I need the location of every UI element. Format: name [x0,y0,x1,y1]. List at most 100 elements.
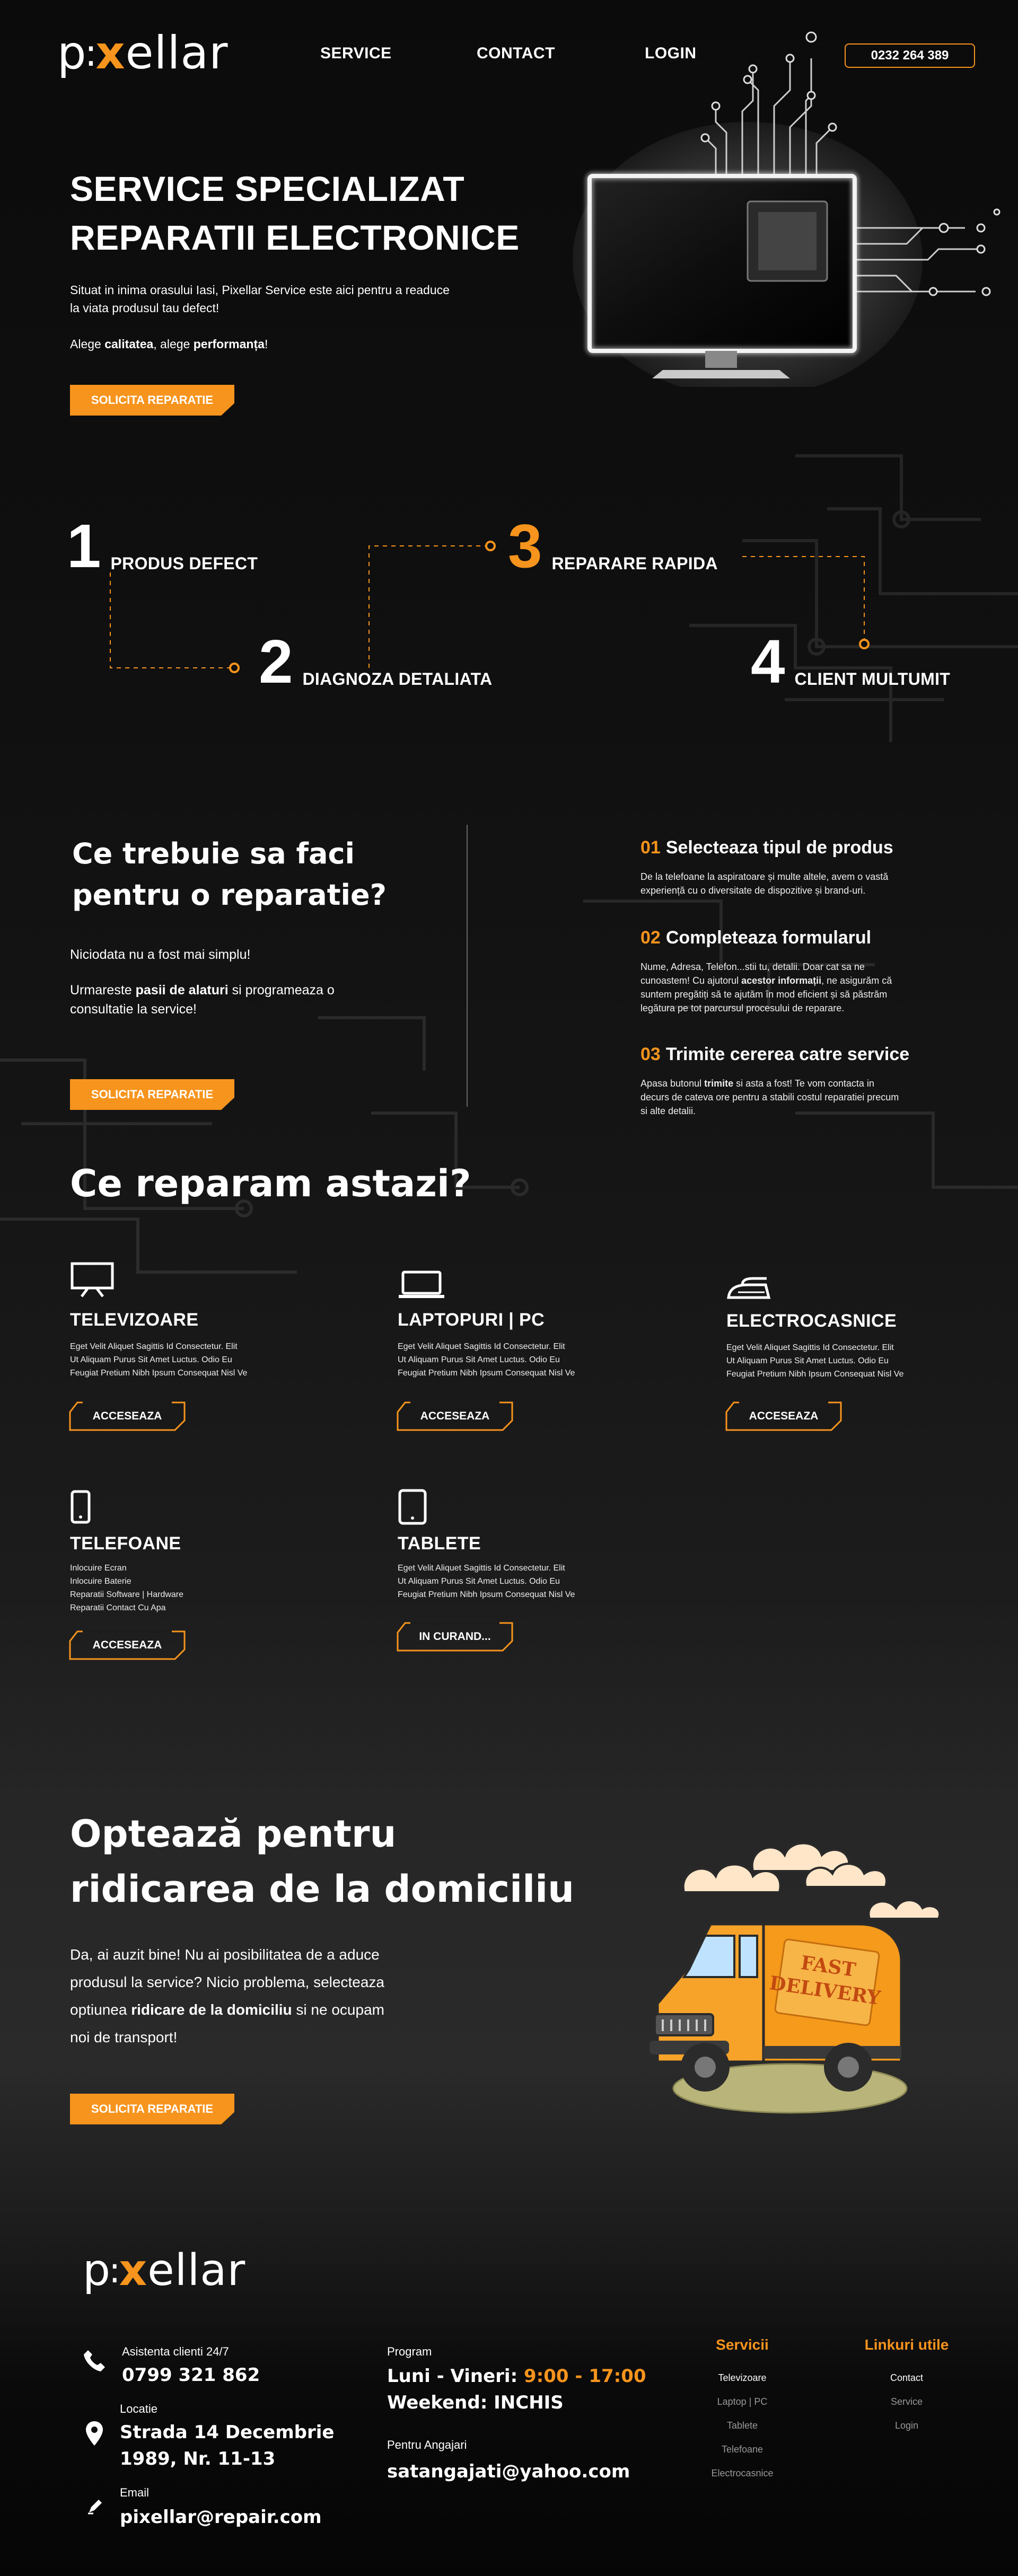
nav-service[interactable]: SERVICE [320,45,392,63]
acceseaza-televizoare-button[interactable]: ACCESEAZA [69,1401,186,1431]
howto-text-bold: pasii de alaturi [135,983,229,998]
howto-divider [467,825,468,1107]
howto-text1: Niciodata nu a fost mai simplu! [70,947,251,962]
howto-item-title: Completeaza formularul [665,928,872,948]
pickup-cta-label: SOLICITA REPARATIE [91,2102,214,2115]
laptop-icon [399,1271,444,1298]
tagline-bold: calitatea [104,337,154,351]
delivery-van-illustration: FAST DELIVERY [650,1842,941,2114]
footer-link-service[interactable]: Service [843,2396,970,2407]
step-label: CLIENT MULTUMIT [794,669,951,689]
header-logo[interactable]: p: x ellar [57,27,228,80]
pickup-cta-button[interactable]: SOLICITA REPARATIE [70,2094,234,2124]
logo-prefix: p [57,27,87,80]
card-line: Eget Velit Aliquet Sagittis Id Consectet… [398,1342,565,1351]
button-label: ACCESEAZA [92,1410,162,1422]
logo-mark: x [119,2245,148,2296]
weekdays-hours: 9:00 - 17:00 [524,2366,646,2387]
howto-item-1: 01 Selecteaza tipul de produs De la telef… [640,837,900,897]
step-number: 2 [259,627,293,696]
howto-item-title: Selecteaza tipul de produs [665,837,893,858]
email-link[interactable]: pixellar@repair.com [120,2504,322,2530]
card-title: ELECTROCASNICE [726,1311,897,1331]
tagline-part: , alege [153,337,194,351]
howto-cta-button[interactable]: SOLICITA REPARATIE [70,1079,234,1110]
step-4: 4 CLIENT MULTUMIT [751,631,950,692]
card-text: Eget Velit Aliquet Sagittis Id Consectet… [726,1341,933,1381]
address-line: 1989, Nr. 11-13 [120,2448,276,2469]
card-text: Eget Velit Aliquet Sagittis Id Consectet… [398,1562,604,1601]
howto-item-number: 01 [640,837,661,858]
howto-item-text: Apasa butonul trimite si asta a fost! Te… [640,1077,900,1118]
footer-link-tablete[interactable]: Tablete [689,2420,795,2431]
acceseaza-telefoane-button[interactable]: ACCESEAZA [69,1630,186,1660]
logo-mark: x [95,27,126,80]
hero-cta-button[interactable]: SOLICITA REPARATIE [70,385,234,416]
howto-cta-label: SOLICITA REPARATIE [91,1088,214,1101]
footer-logo[interactable]: p: x ellar [83,2245,245,2296]
tagline-part: Alege [70,337,105,351]
card-title: LAPTOPURI | PC [398,1310,545,1330]
step-label: DIAGNOZA DETALIATA [302,669,493,689]
footer-link-login[interactable]: Login [843,2420,970,2431]
tablet-icon [398,1489,427,1525]
hero-title-line2: REPARATII ELECTRONICE [70,218,520,257]
howto-item-title: Trimite cererea catre service [665,1044,910,1064]
card-electrocasnice: ELECTROCASNICE Eget Velit Aliquet Sagitt… [726,1276,933,1381]
card-laptopuri: LAPTOPURI | PC Eget Velit Aliquet Sagitt… [398,1270,604,1380]
howto-item-text: De la telefoane la aspiratoare și multe … [640,871,889,896]
howto-item-2: 02 Completeaza formularul Nume, Adresa, T… [640,928,900,1015]
card-line: Feugiat Pretium Nibh Ipsum Consequat Nis… [726,1370,904,1379]
tagline-bold: performanța [193,337,265,351]
acceseaza-laptopuri-button[interactable]: ACCESEAZA [397,1401,513,1431]
button-label: ACCESEAZA [420,1410,490,1422]
card-line: Eget Velit Aliquet Sagittis Id Consectet… [398,1564,565,1573]
card-telefoane: TELEFOANE Inlocuire Ecran Inlocuire Bater… [70,1489,277,1615]
howto-title: Ce trebuie sa faci pentru o reparatie? [72,833,387,916]
footer-link-televizoare[interactable]: Televizoare [689,2372,795,2384]
card-line: Inlocuire Baterie [70,1577,131,1586]
card-line: Reparatii Software | Hardware [70,1590,184,1599]
card-line: Eget Velit Aliquet Sagittis Id Consectet… [726,1343,894,1352]
button-label: ACCESEAZA [92,1639,162,1651]
hero-title-line1: SERVICE SPECIALIZAT [70,169,465,208]
tv-icon [71,1262,114,1298]
step-3: 3 REPARARE RAPIDA [508,515,718,577]
howto-text2: Urmareste pasii de alaturi si programeaz… [70,981,367,1019]
acceseaza-electrocasnice-button[interactable]: ACCESEAZA [725,1401,842,1431]
logo-suffix: ellar [125,27,229,80]
jobs-email[interactable]: satangajati@yahoo.com [387,2458,630,2485]
weekdays-label: Luni - Vineri: [387,2366,524,2387]
phone-icon [71,1490,91,1524]
howto-item-text-bold: trimite [704,1078,734,1089]
program-label: Program [387,2345,432,2358]
howto-item-number: 02 [640,928,661,948]
support-phone[interactable]: 0799 321 862 [122,2362,260,2388]
card-title: TABLETE [398,1533,481,1554]
phone-handset-icon [84,2350,105,2371]
in-curand-tablete-button[interactable]: IN CURAND... [397,1622,513,1652]
nav-contact[interactable]: CONTACT [477,45,555,63]
footer-useful-links: Linkuri utile Contact Service Login [843,2336,970,2431]
footer-link-contact[interactable]: Contact [843,2372,970,2384]
button-label: ACCESEAZA [749,1410,819,1422]
card-tablete: TABLETE Eget Velit Aliquet Sagittis Id C… [398,1488,604,1601]
card-line: Ut Aliquam Purus Sit Amet Luctus. Odio E… [398,1355,560,1364]
howto-item-number: 03 [640,1044,661,1064]
footer-link-telefoane[interactable]: Telefoane [689,2444,795,2455]
hero-title: SERVICE SPECIALIZAT REPARATII ELECTRONIC… [70,164,600,262]
support-label: Asistenta clienti 24/7 [122,2345,229,2358]
card-title: TELEFOANE [70,1533,181,1554]
step-2: 2 DIAGNOZA DETALIATA [259,631,492,692]
footer-link-laptop[interactable]: Laptop | PC [689,2396,795,2407]
card-text: Eget Velit Aliquet Sagittis Id Consectet… [398,1340,604,1380]
logo-prefix: p [83,2245,111,2296]
pickup-title-line2: ridicarea de la domiciliu [70,1867,574,1911]
step-number: 3 [508,511,542,580]
footer-link-electrocasnice[interactable]: Electrocasnice [689,2468,795,2479]
pickup-title-line1: Optează pentru [70,1812,397,1856]
footer-services: Servicii Televizoare Laptop | PC Tablete… [689,2336,795,2479]
location-label: Locatie [120,2402,157,2415]
card-title: TELEVIZOARE [70,1310,199,1330]
program-weekend: Weekend: INCHIS [387,2392,564,2413]
